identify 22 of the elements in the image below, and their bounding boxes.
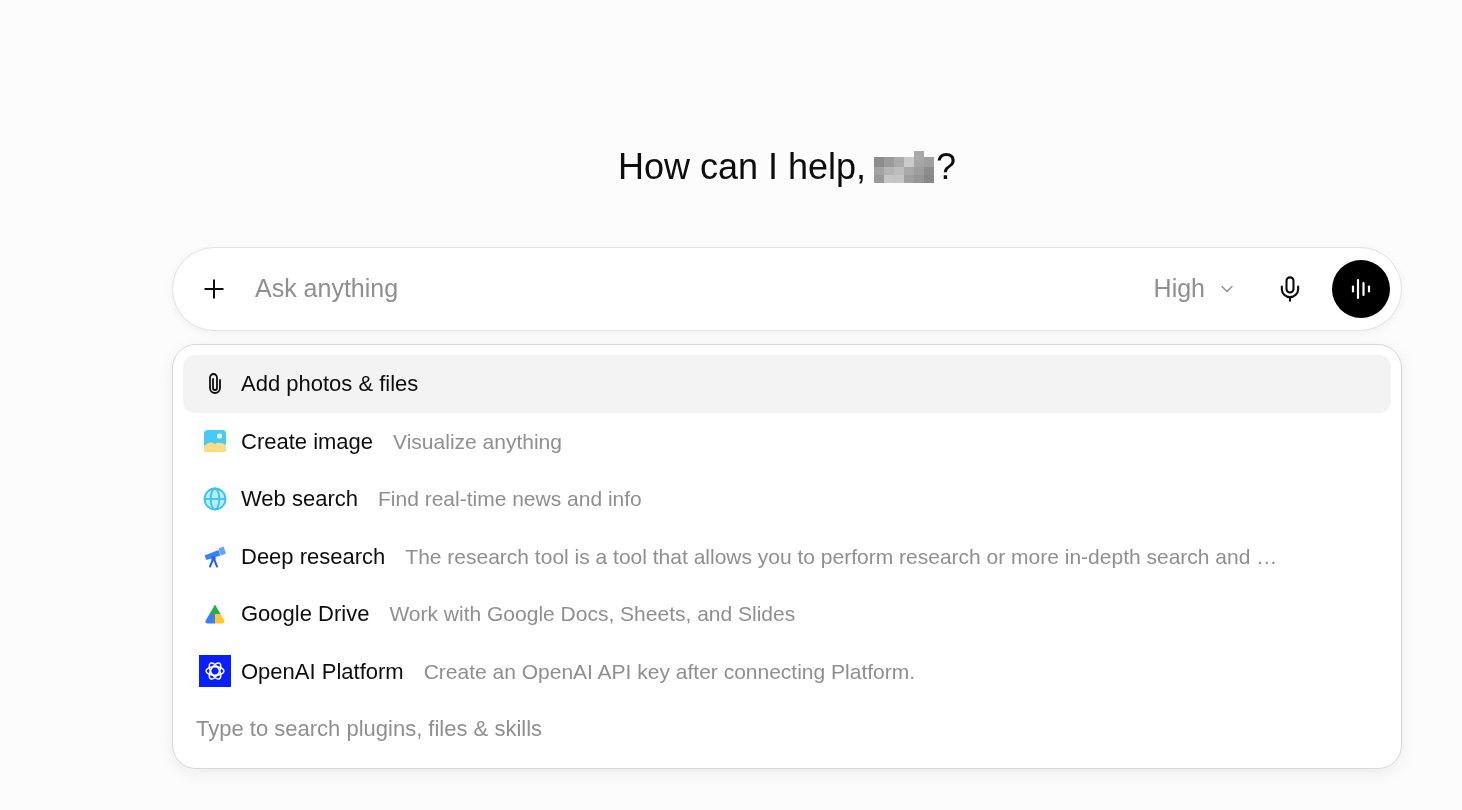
menu-item-description: The research tool is a tool that allows you to perform research or more in-depth search and … bbox=[405, 543, 1278, 570]
menu-item-description: Create an OpenAI API key after connecting Platform. bbox=[423, 658, 916, 685]
knot-logo-icon bbox=[199, 655, 231, 688]
menu-item[interactable]: Google Drive Work with Google Docs, Sheets, and Slides bbox=[183, 585, 1391, 643]
menu-search-field[interactable]: Type to search plugins, files & skills bbox=[183, 700, 1391, 758]
globe-icon bbox=[203, 486, 227, 511]
greeting-question-mark: ? bbox=[936, 145, 957, 189]
menu-item[interactable]: Deep research The research tool is a tool that allows you to perform research or more in-depth search and … bbox=[183, 527, 1391, 585]
message-input[interactable]: Ask anything bbox=[255, 270, 1154, 308]
menu-item-description: Find real-time news and info bbox=[378, 486, 642, 512]
waveform-icon bbox=[1349, 277, 1373, 301]
menu-item[interactable]: Create image Visualize anything bbox=[183, 412, 1391, 470]
greeting-text: How can I help, bbox=[617, 145, 867, 189]
menu-item[interactable]: Web search Find real-time news and info bbox=[183, 470, 1391, 528]
telescope-icon bbox=[203, 544, 227, 569]
menu-item-description: Work with Google Docs, Sheets, and Slides bbox=[389, 601, 796, 627]
menu-item[interactable]: Add photos & files bbox=[183, 355, 1391, 413]
menu-item[interactable]: OpenAI Platform Create an OpenAI API key after connecting Platform. bbox=[183, 642, 1391, 700]
pixelated-name-block bbox=[874, 151, 935, 183]
voice-mode-button[interactable] bbox=[1332, 260, 1390, 318]
picture-icon bbox=[203, 429, 227, 454]
menu-item-description: Visualize anything bbox=[393, 428, 562, 455]
